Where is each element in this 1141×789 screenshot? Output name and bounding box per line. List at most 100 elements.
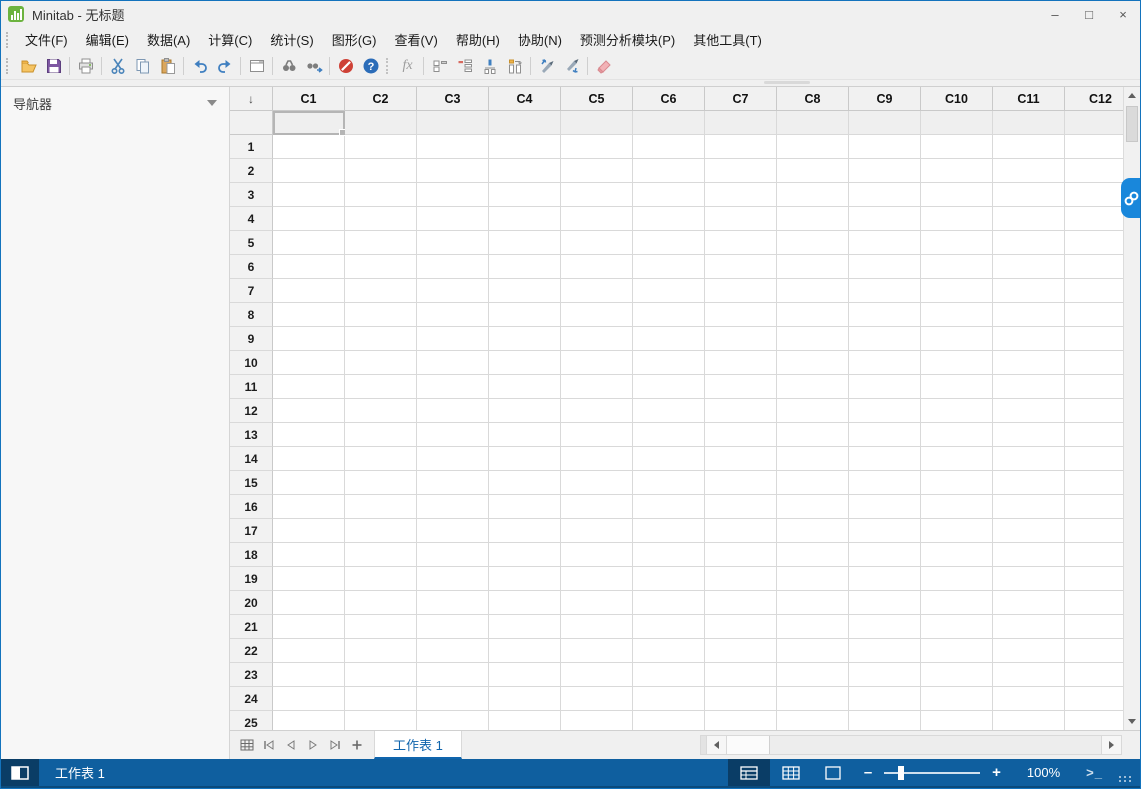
grid-cell[interactable] (489, 399, 561, 423)
grid-cell[interactable] (993, 447, 1065, 471)
grid-cell[interactable] (633, 183, 705, 207)
grid-cell[interactable] (705, 567, 777, 591)
grid-cell[interactable] (921, 159, 993, 183)
menu-item[interactable]: 帮助(H) (447, 27, 509, 52)
grid-cell[interactable] (921, 567, 993, 591)
next-sheet-button[interactable] (302, 731, 324, 759)
find-button[interactable] (276, 54, 301, 77)
grid-cell[interactable] (849, 567, 921, 591)
grid-cell[interactable] (345, 207, 417, 231)
grid-cell[interactable] (705, 519, 777, 543)
grid-cell[interactable] (561, 567, 633, 591)
grid-cell[interactable] (417, 543, 489, 567)
grid-cell[interactable] (849, 327, 921, 351)
previous-sheet-button[interactable] (280, 731, 302, 759)
grid-cell[interactable] (705, 663, 777, 687)
grid-cell[interactable] (345, 543, 417, 567)
scroll-left-icon[interactable] (707, 736, 727, 754)
column-name-cell[interactable] (993, 111, 1065, 135)
grid-cell[interactable] (633, 711, 705, 730)
grid-cell[interactable] (273, 279, 345, 303)
grid-cell[interactable] (849, 159, 921, 183)
grid-cell[interactable] (633, 375, 705, 399)
menubar-grip[interactable] (6, 32, 13, 48)
grid-cell[interactable] (777, 399, 849, 423)
update-graph-now-button[interactable] (534, 54, 559, 77)
grid-cell[interactable] (561, 711, 633, 730)
column-name-cell[interactable] (345, 111, 417, 135)
grid-cell[interactable] (777, 591, 849, 615)
grid-cell[interactable] (561, 447, 633, 471)
grid-cell[interactable] (273, 615, 345, 639)
zoom-slider-thumb[interactable] (898, 766, 904, 780)
grid-cell[interactable] (345, 135, 417, 159)
grid-cell[interactable] (1065, 159, 1123, 183)
grid-cell[interactable] (489, 279, 561, 303)
grid-cell[interactable] (633, 207, 705, 231)
grid-cell[interactable] (345, 399, 417, 423)
chevron-down-icon[interactable] (207, 100, 217, 106)
grid-cell[interactable] (993, 687, 1065, 711)
grid-cell[interactable] (489, 519, 561, 543)
grid-cell[interactable] (777, 375, 849, 399)
grid-cell[interactable] (1065, 711, 1123, 730)
grid-cell[interactable] (273, 351, 345, 375)
row-header[interactable]: 25 (230, 711, 273, 730)
column-name-cell[interactable] (921, 111, 993, 135)
help-button[interactable]: ? (358, 54, 383, 77)
grid-cell[interactable] (849, 135, 921, 159)
grid-cell[interactable] (345, 615, 417, 639)
grid-cell[interactable] (561, 519, 633, 543)
minimize-button[interactable]: – (1038, 1, 1072, 27)
grid-cell[interactable] (921, 423, 993, 447)
cut-button[interactable] (105, 54, 130, 77)
grid-cell[interactable] (273, 447, 345, 471)
copy-button[interactable] (130, 54, 155, 77)
grid-cell[interactable] (489, 711, 561, 730)
grid-cell[interactable] (849, 615, 921, 639)
grid-cell[interactable] (777, 663, 849, 687)
row-header[interactable]: 17 (230, 519, 273, 543)
grid-cell[interactable] (993, 327, 1065, 351)
grid-cell[interactable] (705, 327, 777, 351)
grid-cell[interactable] (633, 231, 705, 255)
dialog-window-button[interactable] (244, 54, 269, 77)
grid-cell[interactable] (849, 279, 921, 303)
grid-cell[interactable] (489, 495, 561, 519)
column-header[interactable]: C5 (561, 87, 633, 111)
open-button[interactable] (16, 54, 41, 77)
worksheet-view-button[interactable] (728, 759, 770, 786)
grid-cell[interactable] (921, 519, 993, 543)
grid-cell[interactable] (489, 255, 561, 279)
row-header[interactable]: 24 (230, 687, 273, 711)
grid-cell[interactable] (273, 231, 345, 255)
grid-cell[interactable] (705, 375, 777, 399)
grid-cell[interactable] (993, 711, 1065, 730)
toolbar-grip[interactable] (6, 58, 13, 74)
grid-cell[interactable] (345, 231, 417, 255)
column-header[interactable]: C12 (1065, 87, 1123, 111)
grid-cell[interactable] (1065, 591, 1123, 615)
grid-cell[interactable] (777, 519, 849, 543)
grid-cell[interactable] (921, 495, 993, 519)
grid-cell[interactable] (993, 375, 1065, 399)
grid-cell[interactable] (993, 471, 1065, 495)
insert-cells-button[interactable] (427, 54, 452, 77)
grid-cell[interactable] (1065, 615, 1123, 639)
menu-item[interactable]: 预测分析模块(P) (571, 27, 684, 52)
grid-cell[interactable] (993, 303, 1065, 327)
grid-cell[interactable] (1065, 687, 1123, 711)
row-header[interactable]: 19 (230, 567, 273, 591)
grid-cell[interactable] (345, 375, 417, 399)
grid-cell[interactable] (561, 495, 633, 519)
grid-cell[interactable] (705, 687, 777, 711)
all-worksheets-view-button[interactable] (770, 759, 812, 786)
grid-cell[interactable] (561, 423, 633, 447)
grid-cell[interactable] (777, 711, 849, 730)
grid-cell[interactable] (273, 135, 345, 159)
grid-cell[interactable] (633, 519, 705, 543)
grid-cell[interactable] (633, 447, 705, 471)
command-line-button[interactable]: >_ (1076, 765, 1113, 780)
grid-cell[interactable] (417, 231, 489, 255)
redo-button[interactable] (212, 54, 237, 77)
